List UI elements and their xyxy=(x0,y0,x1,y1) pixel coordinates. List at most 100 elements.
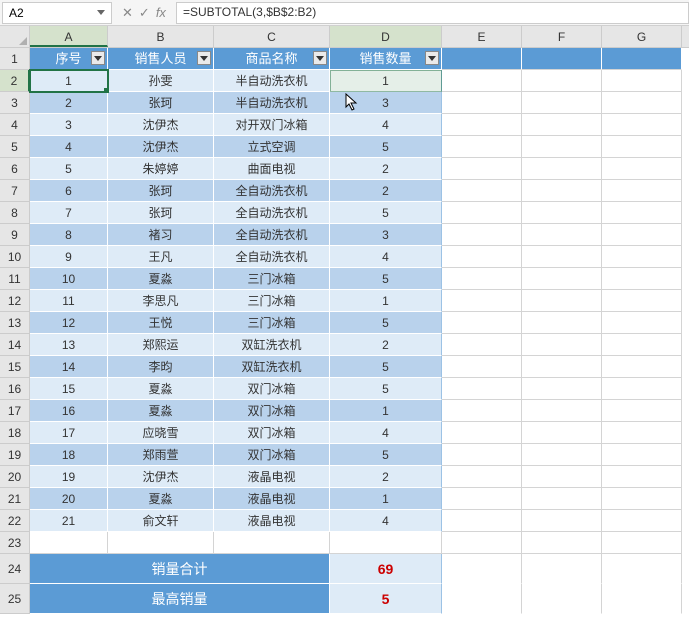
cell-empty[interactable] xyxy=(602,70,682,92)
cell-empty[interactable] xyxy=(602,92,682,114)
row-header-3[interactable]: 3 xyxy=(0,92,30,114)
cell-product[interactable]: 对开双门冰箱 xyxy=(214,114,330,136)
col-header-G[interactable]: G xyxy=(602,26,682,47)
cell-empty[interactable] xyxy=(602,554,682,584)
cell-empty[interactable] xyxy=(522,180,602,202)
row-header-7[interactable]: 7 xyxy=(0,180,30,202)
cell-empty[interactable] xyxy=(442,246,522,268)
cell-empty[interactable] xyxy=(602,356,682,378)
cell-person[interactable]: 李昀 xyxy=(108,356,214,378)
cell-person[interactable]: 李思凡 xyxy=(108,290,214,312)
cell-product[interactable]: 立式空调 xyxy=(214,136,330,158)
row-header-21[interactable]: 21 xyxy=(0,488,30,510)
fx-icon[interactable]: fx xyxy=(156,5,166,20)
cell-empty[interactable] xyxy=(442,224,522,246)
cell-person[interactable]: 沈伊杰 xyxy=(108,136,214,158)
cell-qty[interactable]: 2 xyxy=(330,180,442,202)
cell-empty[interactable] xyxy=(442,466,522,488)
cell-seq[interactable]: 11 xyxy=(30,290,108,312)
cell-empty[interactable] xyxy=(602,466,682,488)
cell-qty[interactable]: 4 xyxy=(330,246,442,268)
cell-product[interactable]: 双门冰箱 xyxy=(214,422,330,444)
summary-label[interactable]: 销量合计 xyxy=(30,554,330,584)
cell-seq[interactable]: 15 xyxy=(30,378,108,400)
cell-empty[interactable] xyxy=(522,554,602,584)
cell-empty[interactable] xyxy=(522,246,602,268)
row-header-17[interactable]: 17 xyxy=(0,400,30,422)
cell-empty[interactable] xyxy=(522,488,602,510)
cell-product[interactable]: 全自动洗衣机 xyxy=(214,246,330,268)
summary-value[interactable]: 5 xyxy=(330,584,442,614)
row-header-12[interactable]: 12 xyxy=(0,290,30,312)
cell-person[interactable]: 沈伊杰 xyxy=(108,466,214,488)
cell-seq[interactable]: 21 xyxy=(30,510,108,532)
cell-qty[interactable]: 5 xyxy=(330,444,442,466)
cell-product[interactable]: 液晶电视 xyxy=(214,510,330,532)
cell-empty[interactable] xyxy=(442,378,522,400)
row-header-4[interactable]: 4 xyxy=(0,114,30,136)
cell-empty[interactable] xyxy=(522,510,602,532)
name-box[interactable]: A2 xyxy=(2,2,112,24)
cell-person[interactable]: 夏淼 xyxy=(108,488,214,510)
cell-product[interactable]: 液晶电视 xyxy=(214,466,330,488)
cell-empty[interactable] xyxy=(522,48,602,70)
cell-empty[interactable] xyxy=(522,158,602,180)
cell-empty[interactable] xyxy=(522,356,602,378)
cell-product[interactable]: 三门冰箱 xyxy=(214,268,330,290)
cell-product[interactable]: 三门冰箱 xyxy=(214,290,330,312)
cell-seq[interactable]: 16 xyxy=(30,400,108,422)
cell-product[interactable]: 全自动洗衣机 xyxy=(214,202,330,224)
cell-qty[interactable]: 1 xyxy=(330,70,442,92)
cell-empty[interactable] xyxy=(602,224,682,246)
cell-empty[interactable] xyxy=(602,246,682,268)
cell-qty[interactable]: 5 xyxy=(330,202,442,224)
cell-qty[interactable]: 4 xyxy=(330,422,442,444)
cell-empty[interactable] xyxy=(602,584,682,614)
cell-seq[interactable]: 12 xyxy=(30,312,108,334)
cell-empty[interactable] xyxy=(30,532,108,554)
cell-empty[interactable] xyxy=(442,268,522,290)
cell-empty[interactable] xyxy=(108,532,214,554)
cell-product[interactable]: 双缸洗衣机 xyxy=(214,356,330,378)
cell-empty[interactable] xyxy=(442,202,522,224)
header-product[interactable]: 商品名称 xyxy=(214,48,330,70)
cell-empty[interactable] xyxy=(522,312,602,334)
cell-qty[interactable]: 2 xyxy=(330,334,442,356)
cell-empty[interactable] xyxy=(602,488,682,510)
cell-product[interactable]: 双门冰箱 xyxy=(214,400,330,422)
cell-seq[interactable]: 18 xyxy=(30,444,108,466)
cell-empty[interactable] xyxy=(602,400,682,422)
cell-seq[interactable]: 20 xyxy=(30,488,108,510)
row-header-6[interactable]: 6 xyxy=(0,158,30,180)
cell-empty[interactable] xyxy=(442,136,522,158)
cell-empty[interactable] xyxy=(442,444,522,466)
cell-seq[interactable]: 14 xyxy=(30,356,108,378)
cell-empty[interactable] xyxy=(442,92,522,114)
cell-qty[interactable]: 4 xyxy=(330,510,442,532)
row-header-14[interactable]: 14 xyxy=(0,334,30,356)
filter-icon[interactable] xyxy=(91,51,105,65)
cell-person[interactable]: 褚习 xyxy=(108,224,214,246)
cell-product[interactable]: 全自动洗衣机 xyxy=(214,180,330,202)
cell-empty[interactable] xyxy=(442,510,522,532)
cell-empty[interactable] xyxy=(522,466,602,488)
cell-person[interactable]: 夏淼 xyxy=(108,400,214,422)
cell-empty[interactable] xyxy=(442,554,522,584)
cell-product[interactable]: 液晶电视 xyxy=(214,488,330,510)
row-header-13[interactable]: 13 xyxy=(0,312,30,334)
cell-empty[interactable] xyxy=(522,268,602,290)
cell-qty[interactable]: 1 xyxy=(330,400,442,422)
cell-person[interactable]: 张珂 xyxy=(108,92,214,114)
cell-qty[interactable]: 5 xyxy=(330,378,442,400)
cell-product[interactable]: 半自动洗衣机 xyxy=(214,70,330,92)
cell-empty[interactable] xyxy=(602,510,682,532)
filter-icon[interactable] xyxy=(197,51,211,65)
cell-seq[interactable]: 6 xyxy=(30,180,108,202)
header-person[interactable]: 销售人员 xyxy=(108,48,214,70)
cell-empty[interactable] xyxy=(522,334,602,356)
row-header-24[interactable]: 24 xyxy=(0,554,30,584)
cell-seq[interactable]: 7 xyxy=(30,202,108,224)
cell-qty[interactable]: 5 xyxy=(330,356,442,378)
row-header-11[interactable]: 11 xyxy=(0,268,30,290)
cell-empty[interactable] xyxy=(442,114,522,136)
